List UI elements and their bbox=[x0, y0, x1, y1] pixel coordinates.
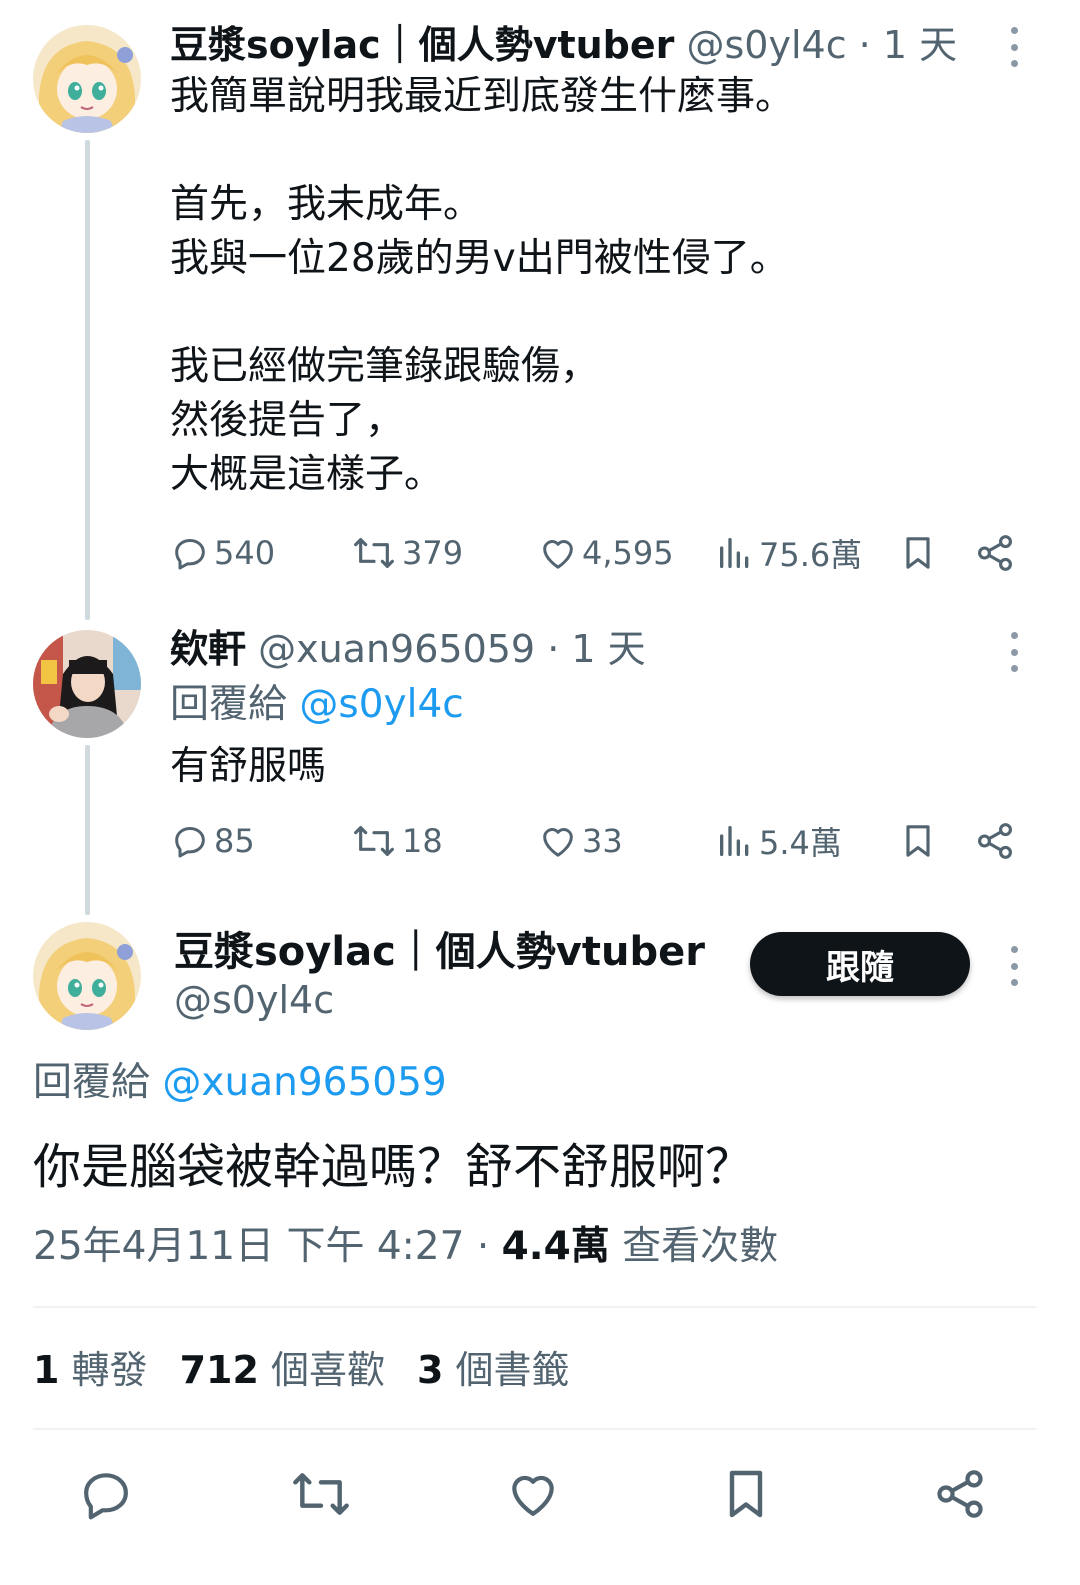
bookmark-button[interactable] bbox=[718, 1466, 774, 1522]
handle-and-time[interactable]: @xuan965059 · 1 天 bbox=[258, 627, 646, 671]
more-icon[interactable] bbox=[1004, 946, 1024, 986]
retweet-button[interactable]: 379 bbox=[350, 528, 463, 578]
retweet-icon bbox=[293, 1473, 349, 1515]
share-button[interactable] bbox=[974, 528, 1016, 578]
tweet-text: 我簡單說明我最近到底發生什麼事。 首先，我未成年。 我與一位28歲的男v出門被性… bbox=[170, 74, 795, 497]
reply-prefix: 回覆給 bbox=[33, 1060, 151, 1105]
retweet-button[interactable]: 18 bbox=[350, 816, 443, 866]
retweet-count: 379 bbox=[402, 534, 464, 572]
share-button[interactable] bbox=[932, 1466, 988, 1522]
tweet-actions: 540 379 4,595 75.6萬 bbox=[170, 528, 1020, 578]
views-icon bbox=[720, 826, 749, 856]
avatar[interactable] bbox=[33, 25, 141, 133]
bookmark-icon bbox=[906, 825, 930, 857]
retweets-stat[interactable]: 1 轉發 bbox=[33, 1348, 148, 1392]
like-count: 4,595 bbox=[582, 534, 674, 572]
bookmarks-stat[interactable]: 3 個書籤 bbox=[417, 1348, 570, 1392]
bookmark-icon bbox=[906, 537, 930, 569]
retweet-icon bbox=[354, 826, 394, 856]
avatar[interactable] bbox=[33, 922, 141, 1030]
tweet-text: 有舒服嗎 bbox=[170, 744, 327, 789]
views-count: 75.6萬 bbox=[759, 536, 863, 574]
follow-button[interactable]: 跟隨 bbox=[750, 932, 970, 996]
mention-link[interactable]: @xuan965059 bbox=[162, 1060, 446, 1105]
bookmark-button[interactable] bbox=[898, 816, 938, 866]
tweet-header: 豆漿soylac｜個人勢vtuber @s0yl4c · 1 天 bbox=[170, 22, 957, 68]
reply-prefix: 回覆給 bbox=[170, 682, 288, 727]
share-button[interactable] bbox=[974, 816, 1016, 866]
reply-icon bbox=[84, 1473, 128, 1520]
more-icon[interactable] bbox=[1004, 27, 1024, 67]
likes-stat[interactable]: 712 個喜歡 bbox=[180, 1348, 385, 1392]
heart-icon bbox=[543, 828, 573, 857]
share-icon bbox=[937, 1470, 983, 1518]
tweet-meta: 25年4月11日 下午 4:27 · 4.4萬 查看次數 bbox=[33, 1222, 778, 1272]
reply-button[interactable] bbox=[78, 1466, 134, 1522]
views-count: 4.4萬 bbox=[501, 1224, 610, 1269]
views-label: 查看次數 bbox=[622, 1224, 779, 1269]
reply-button[interactable]: 85 bbox=[170, 816, 255, 866]
retweet-button[interactable] bbox=[288, 1466, 354, 1522]
views-icon bbox=[720, 538, 749, 568]
like-button[interactable]: 33 bbox=[538, 816, 623, 866]
tweet-header: 欸軒 @xuan965059 · 1 天 bbox=[170, 626, 646, 672]
display-name[interactable]: 豆漿soylac｜個人勢vtuber bbox=[174, 928, 705, 976]
share-icon bbox=[978, 823, 1012, 859]
heart-icon bbox=[543, 540, 573, 569]
bookmark-button[interactable] bbox=[898, 528, 938, 578]
reply-count: 540 bbox=[214, 534, 276, 572]
retweet-icon bbox=[354, 538, 394, 568]
share-icon bbox=[978, 535, 1012, 571]
handle-and-time[interactable]: @s0yl4c · 1 天 bbox=[687, 23, 958, 67]
views-count: 5.4萬 bbox=[759, 824, 842, 862]
mention-link[interactable]: @s0yl4c bbox=[299, 682, 463, 727]
display-name[interactable]: 豆漿soylac｜個人勢vtuber bbox=[170, 23, 674, 67]
avatar[interactable] bbox=[33, 630, 141, 738]
thread-line bbox=[85, 140, 90, 620]
reply-icon bbox=[175, 827, 205, 858]
replying-to: 回覆給 @s0yl4c bbox=[170, 680, 464, 730]
divider bbox=[33, 1428, 1036, 1430]
like-count: 33 bbox=[582, 822, 623, 860]
replying-to: 回覆給 @xuan965059 bbox=[33, 1058, 447, 1108]
display-name[interactable]: 欸軒 bbox=[170, 627, 246, 671]
reply-count: 85 bbox=[214, 822, 255, 860]
reply-icon bbox=[175, 539, 205, 570]
more-icon[interactable] bbox=[1004, 632, 1024, 672]
retweet-count: 18 bbox=[402, 822, 443, 860]
heart-icon bbox=[512, 1475, 554, 1516]
divider bbox=[33, 1306, 1036, 1308]
like-button[interactable] bbox=[505, 1466, 561, 1522]
tweet-actions: 85 18 33 5.4萬 bbox=[170, 816, 1020, 866]
engagement-stats: 1 轉發 712 個喜歡 3 個書籤 bbox=[33, 1345, 570, 1395]
views-button[interactable]: 75.6萬 bbox=[715, 528, 862, 578]
tweet-text: 你是腦袋被幹過嗎？舒不舒服啊？ bbox=[33, 1139, 754, 1195]
handle[interactable]: @s0yl4c bbox=[174, 977, 334, 1023]
reply-button[interactable]: 540 bbox=[170, 528, 275, 578]
views-button[interactable]: 5.4萬 bbox=[715, 816, 842, 866]
like-button[interactable]: 4,595 bbox=[538, 528, 674, 578]
timestamp[interactable]: 25年4月11日 下午 4:27 · bbox=[33, 1224, 489, 1269]
bookmark-icon bbox=[729, 1470, 763, 1518]
thread-line bbox=[85, 745, 90, 915]
